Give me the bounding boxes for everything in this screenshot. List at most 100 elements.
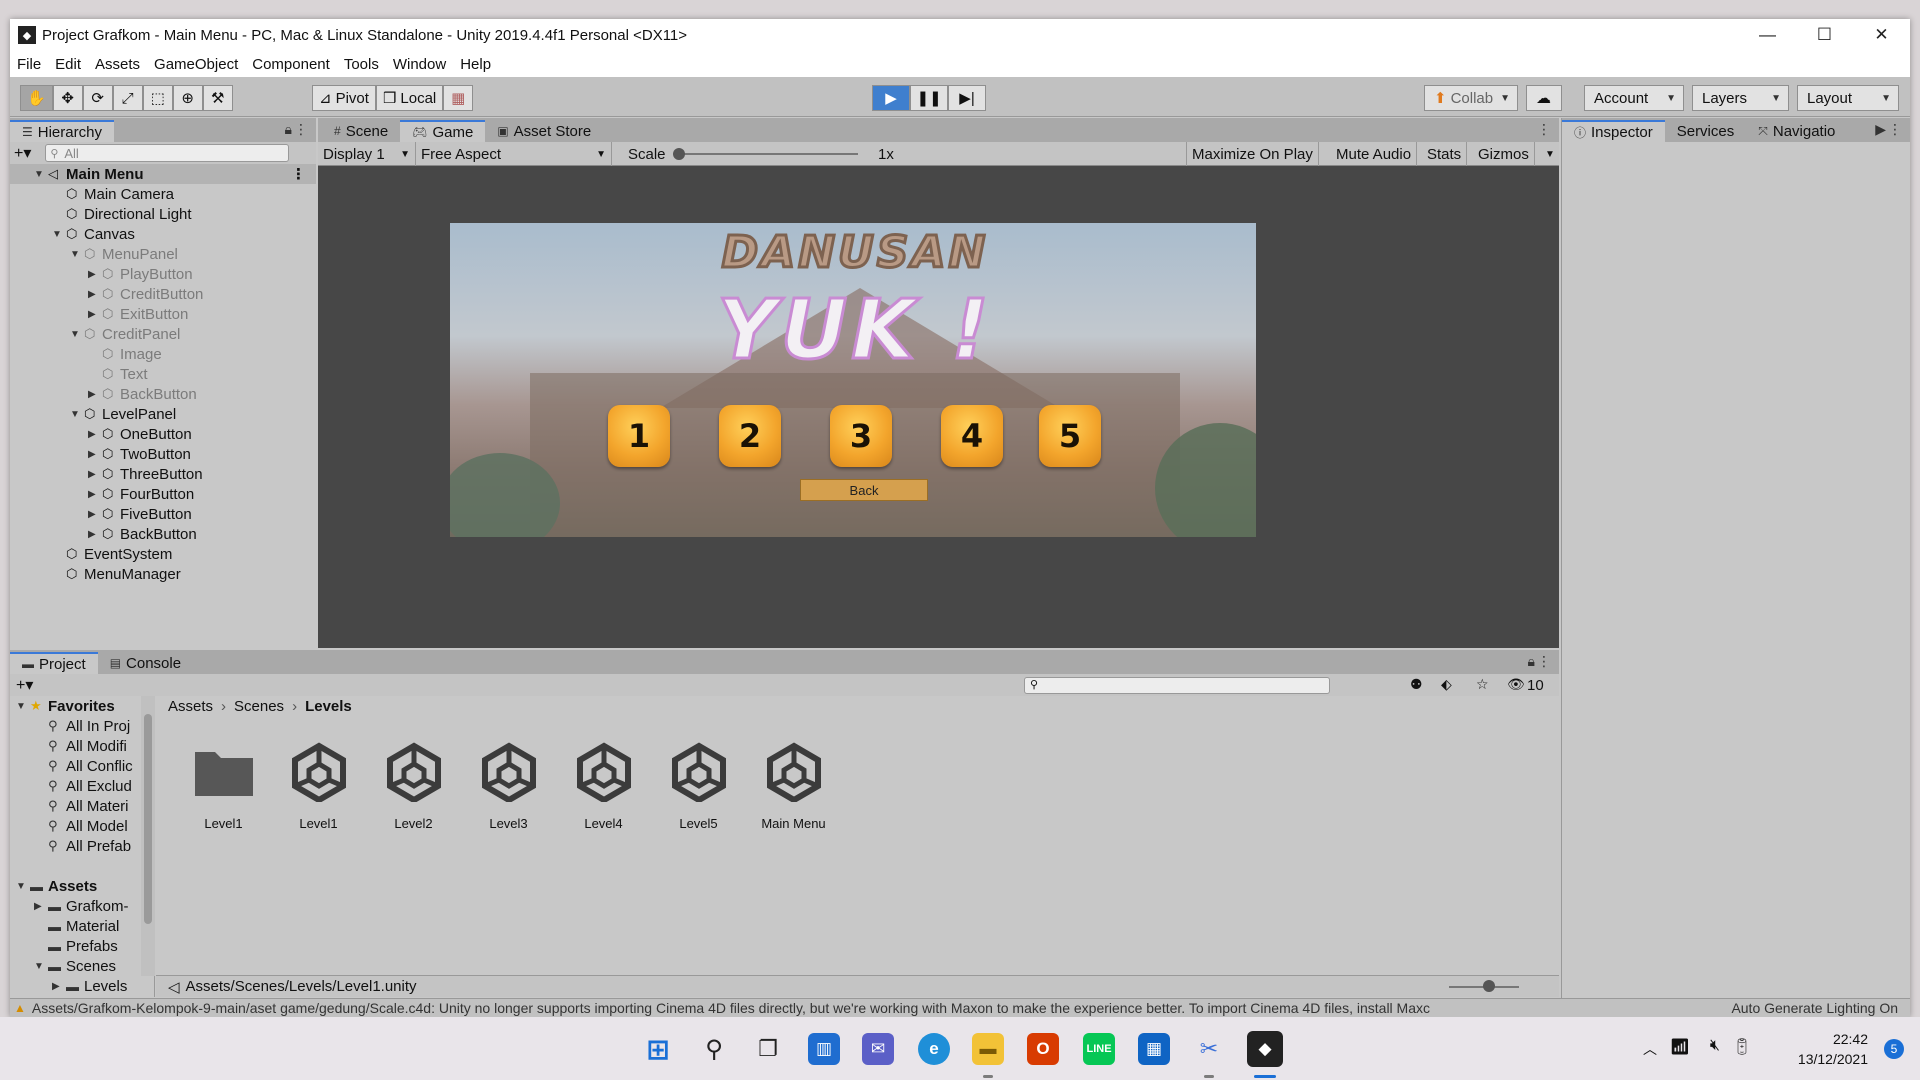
project-tree-item[interactable]: ▼ ▬ Scenes	[10, 956, 154, 976]
collapse-arrow-icon[interactable]: ▶	[88, 469, 98, 480]
unity-icon[interactable]: ◆	[1247, 1031, 1283, 1067]
level-1-button[interactable]: 1	[608, 405, 670, 467]
collapse-arrow-icon[interactable]: ▶	[88, 449, 98, 460]
pivot-toggle[interactable]: ⊿ Pivot	[312, 85, 376, 111]
grid-snap-button[interactable]: ▦	[443, 85, 474, 111]
icon-size-slider-knob[interactable]	[1483, 980, 1495, 992]
collapse-arrow-icon[interactable]: ▶	[88, 429, 98, 440]
hierarchy-item[interactable]: ▶ ⬡ FourButton	[10, 484, 316, 504]
pause-button[interactable]: ❚❚	[910, 85, 948, 111]
hidden-packages-icon[interactable]: 👁︎	[1507, 676, 1525, 693]
local-toggle[interactable]: ❒ Local	[375, 85, 444, 111]
project-tree-item[interactable]: ⚲ All Model	[10, 816, 154, 836]
mute-audio-toggle[interactable]: Mute Audio	[1331, 142, 1418, 166]
step-button[interactable]: ▶|	[948, 85, 986, 111]
hierarchy-item[interactable]: ▶ ⬡ OneButton	[10, 424, 316, 444]
tab-scene[interactable]: # Scene	[322, 120, 400, 142]
breadcrumb-scenes[interactable]: Scenes	[234, 698, 284, 715]
layout-dropdown[interactable]: Layout ▼	[1797, 85, 1899, 111]
menu-window[interactable]: Window	[386, 56, 453, 73]
task-view-icon[interactable]: ❐	[752, 1033, 784, 1065]
auto-lighting-status[interactable]: Auto Generate Lighting On	[1731, 1000, 1898, 1016]
asset-scene[interactable]: Main Menu	[746, 740, 841, 831]
hierarchy-item[interactable]: ▼ ⬡ MenuPanel	[10, 244, 316, 264]
hierarchy-item[interactable]: ▶ ⬡ TwoButton	[10, 444, 316, 464]
hierarchy-item[interactable]: ⬡ Directional Light	[10, 204, 316, 224]
hierarchy-search-input[interactable]: ⚲ All	[45, 144, 290, 162]
level-5-button[interactable]: 5	[1039, 405, 1101, 467]
panel-menu-icon[interactable]: ⋮	[1537, 121, 1551, 138]
cloud-button[interactable]: ☁	[1526, 85, 1562, 111]
transform-tool-button[interactable]: ⊕	[172, 85, 203, 111]
collapse-arrow-icon[interactable]: ▶	[88, 509, 98, 520]
lock-icon[interactable]: 🔒︎	[1528, 653, 1535, 670]
asset-scene[interactable]: Level4	[556, 740, 651, 831]
clock[interactable]: 22:42 13/12/2021	[1798, 1029, 1868, 1069]
expand-arrow-icon[interactable]: ▼	[52, 229, 62, 240]
scale-slider[interactable]: Scale 1x	[623, 142, 1213, 166]
menu-assets[interactable]: Assets	[88, 56, 147, 73]
project-tree-item[interactable]: ⚲ All Conflic	[10, 756, 154, 776]
collapse-arrow-icon[interactable]: ▶	[52, 981, 60, 992]
expand-arrow-icon[interactable]: ▼	[34, 961, 44, 972]
hierarchy-item[interactable]: ▼ ◁ Main Menu ⋮	[10, 164, 316, 184]
project-tree-item[interactable]: ▶ ▬ Grafkom-	[10, 896, 154, 916]
back-button[interactable]: Back	[800, 479, 928, 501]
project-tree-item[interactable]: ⚲ All Exclud	[10, 776, 154, 796]
tab-hierarchy[interactable]: ☰ Hierarchy	[10, 120, 114, 142]
scale-tool-button[interactable]: ⤢	[112, 85, 143, 111]
menu-gameobject[interactable]: GameObject	[147, 56, 245, 73]
tab-project[interactable]: ▬ Project	[10, 652, 98, 674]
hand-tool-button[interactable]: ✋	[20, 85, 53, 111]
hierarchy-item[interactable]: ⬡ EventSystem	[10, 544, 316, 564]
breadcrumb-assets[interactable]: Assets	[168, 698, 213, 715]
chevron-right-icon[interactable]: ▶	[1875, 121, 1886, 138]
collapse-arrow-icon[interactable]: ▶	[88, 269, 98, 280]
asset-scene[interactable]: Level5	[651, 740, 746, 831]
speaker-muted-icon[interactable]: 🔇︎	[1710, 1037, 1720, 1055]
create-button[interactable]: +▾	[14, 143, 31, 163]
tab-inspector[interactable]: ⓘ Inspector	[1562, 120, 1665, 142]
tab-asset-store[interactable]: ▣ Asset Store	[485, 120, 603, 142]
file-explorer-icon[interactable]: ▬	[972, 1033, 1004, 1065]
widgets-icon[interactable]: ▥	[808, 1033, 840, 1065]
stats-toggle[interactable]: Stats	[1422, 142, 1468, 166]
menu-tools[interactable]: Tools	[337, 56, 386, 73]
wifi-icon[interactable]: 📶︎	[1670, 1037, 1690, 1057]
play-button[interactable]: ▶	[872, 85, 910, 111]
hierarchy-item[interactable]: ⬡ Text	[10, 364, 316, 384]
search-icon[interactable]: ⚲	[698, 1033, 730, 1065]
project-tree-item[interactable]: ⚲ All Modifi	[10, 736, 154, 756]
account-dropdown[interactable]: Account ▼	[1584, 85, 1684, 111]
hierarchy-item[interactable]: ▶ ⬡ ExitButton	[10, 304, 316, 324]
menu-component[interactable]: Component	[245, 56, 337, 73]
asset-folder[interactable]: Level1	[176, 740, 271, 831]
windows-start-icon[interactable]: ⊞	[642, 1033, 674, 1065]
menu-help[interactable]: Help	[453, 56, 498, 73]
project-tree-item[interactable]: ▬ Material	[10, 916, 154, 936]
panel-menu-icon[interactable]: ⋮	[1888, 121, 1902, 138]
asset-scene[interactable]: Level2	[366, 740, 461, 831]
battery-icon[interactable]: 🔋︎	[1732, 1037, 1752, 1057]
collab-dropdown[interactable]: ⬆ Collab ▼	[1424, 85, 1518, 111]
gizmos-toggle[interactable]: Gizmos	[1473, 142, 1535, 166]
hierarchy-item[interactable]: ▶ ⬡ FiveButton	[10, 504, 316, 524]
rotate-tool-button[interactable]: ⟳	[82, 85, 113, 111]
notification-badge[interactable]: 5	[1884, 1039, 1904, 1059]
edge-icon[interactable]: e	[918, 1033, 950, 1065]
teams-chat-icon[interactable]: ✉	[862, 1033, 894, 1065]
minimize-button[interactable]: —	[1739, 19, 1796, 51]
game-screen[interactable]: DANUSAN YUK ! 1 2 3 4 5 Back	[450, 223, 1256, 537]
status-bar[interactable]: ▲ Assets/Grafkom-Kelompok-9-main/aset ga…	[10, 998, 1910, 1017]
panel-menu-icon[interactable]: ⋮	[294, 121, 308, 138]
layers-dropdown[interactable]: Layers ▼	[1692, 85, 1789, 111]
hierarchy-item[interactable]: ▶ ⬡ BackButton	[10, 384, 316, 404]
level-3-button[interactable]: 3	[830, 405, 892, 467]
hierarchy-item[interactable]: ▼ ⬡ Canvas	[10, 224, 316, 244]
hierarchy-item[interactable]: ⬡ MenuManager	[10, 564, 316, 584]
favorite-star-icon[interactable]: ☆	[1476, 676, 1489, 693]
project-tree-item[interactable]: ▼ ★ Favorites	[10, 696, 154, 716]
aspect-dropdown[interactable]: Free Aspect ▼	[416, 142, 612, 166]
lock-icon[interactable]: 🔒︎	[285, 121, 292, 138]
project-search-input[interactable]: ⚲	[1024, 677, 1330, 694]
